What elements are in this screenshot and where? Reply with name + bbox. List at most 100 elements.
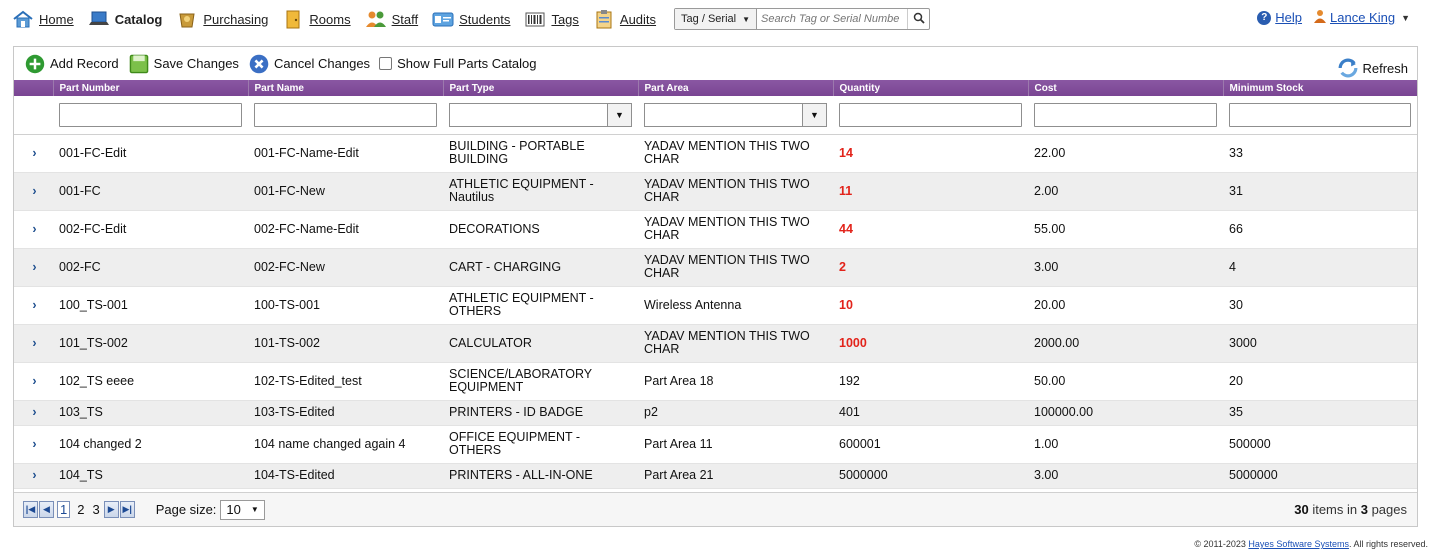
cell-part-name: 101-TS-002 [248, 324, 443, 363]
filter-part-number[interactable] [59, 102, 242, 127]
table-row[interactable]: › 001-FC-Edit 001-FC-Name-Edit BUILDING … [14, 134, 1417, 173]
expand-row-icon[interactable]: › [14, 400, 53, 426]
expand-row-icon[interactable]: › [14, 172, 53, 211]
first-page-button[interactable]: |◀ [23, 501, 38, 518]
save-changes-button[interactable]: Save Changes [128, 54, 239, 74]
cell-part-name: 104 name changed again 4 [248, 425, 443, 464]
page-1-button[interactable]: 1 [57, 501, 71, 518]
student-id-icon [432, 9, 454, 29]
table-row[interactable]: › 001-FC 001-FC-New ATHLETIC EQUIPMENT -… [14, 172, 1417, 211]
table-row[interactable]: › 101_TS-002 101-TS-002 CALCULATOR YADAV… [14, 324, 1417, 363]
nav-home[interactable]: Home [12, 9, 74, 29]
nav-audits[interactable]: Audits [593, 9, 656, 29]
nav-students[interactable]: Students [432, 9, 510, 29]
page-3-button[interactable]: 3 [92, 502, 99, 517]
nav-tags[interactable]: Tags [524, 9, 579, 29]
cell-part-type: PRINTERS - ID BADGE [443, 400, 638, 426]
cell-part-name: 002-FC-New [248, 248, 443, 287]
cell-part-area: Wireless Antenna [638, 286, 833, 325]
expand-row-icon[interactable]: › [14, 463, 53, 489]
cell-part-number: 101_TS-002 [53, 324, 248, 363]
filter-cost[interactable] [1034, 102, 1217, 127]
cell-minimum-stock: 4 [1223, 248, 1417, 287]
nav-purchasing-label: Purchasing [203, 11, 269, 27]
cell-part-name: 002-FC-Name-Edit [248, 210, 443, 249]
cell-part-type: BUILDING - PORTABLE BUILDING [443, 134, 638, 173]
expand-row-icon[interactable]: › [14, 210, 53, 249]
nav-staff-label: Staff [391, 11, 419, 27]
column-header-minimum-stock[interactable]: Minimum Stock [1222, 80, 1417, 96]
user-menu[interactable]: Lance King [1330, 10, 1395, 25]
search-type-select[interactable]: Tag / Serial ▼ [675, 9, 757, 29]
expand-row-icon[interactable]: › [14, 324, 53, 363]
filter-part-area[interactable]: ▼ [644, 102, 827, 127]
cell-cost: 20.00 [1028, 286, 1223, 325]
cell-part-name: 103-TS-Edited [248, 400, 443, 426]
expand-row-icon[interactable]: › [14, 134, 53, 173]
prev-page-button[interactable]: ◀ [39, 501, 54, 518]
nav-catalog[interactable]: Catalog [88, 9, 162, 29]
filter-part-type[interactable]: ▼ [449, 102, 632, 127]
filter-minimum-stock[interactable] [1229, 102, 1411, 127]
nav-rooms[interactable]: Rooms [282, 9, 351, 29]
chevron-down-icon[interactable]: ▼ [1401, 13, 1410, 23]
cell-part-area: Part Area 18 [638, 362, 833, 401]
expand-row-icon[interactable]: › [14, 248, 53, 287]
column-header-part-name[interactable]: Part Name [247, 80, 443, 96]
page-2-button[interactable]: 2 [77, 502, 84, 517]
last-page-button[interactable]: ▶| [119, 501, 135, 518]
column-header-cost[interactable]: Cost [1027, 80, 1223, 96]
help-link[interactable]: Help [1275, 10, 1302, 25]
column-header-part-number[interactable]: Part Number [52, 80, 248, 96]
footer-suffix: . All rights reserved. [1348, 539, 1428, 549]
nav-staff[interactable]: Staff [365, 9, 419, 29]
next-page-button[interactable]: ▶ [103, 501, 119, 518]
table-row[interactable]: › 002-FC 002-FC-New CART - CHARGING YADA… [14, 248, 1417, 287]
cell-part-name: 001-FC-New [248, 172, 443, 211]
cell-part-type: ATHLETIC EQUIPMENT - OTHERS [443, 286, 638, 325]
nav-students-label: Students [459, 11, 511, 27]
cell-cost: 3.00 [1028, 463, 1223, 489]
search-button[interactable] [907, 9, 929, 29]
show-full-catalog-label: Show Full Parts Catalog [397, 56, 537, 71]
company-link[interactable]: Hayes Software Systems [1248, 539, 1349, 549]
header-row: Part Number Part Name Part Type Part Are… [14, 80, 1417, 96]
search-type-value: Tag / Serial [681, 13, 737, 25]
column-header-quantity[interactable]: Quantity [832, 80, 1028, 96]
nav-audits-label: Audits [619, 11, 657, 27]
expand-row-icon[interactable]: › [14, 425, 53, 464]
add-record-button[interactable]: Add Record [24, 54, 119, 74]
pager-info: 30 items in 3 pages [1294, 502, 1407, 517]
column-header-part-type[interactable]: Part Type [442, 80, 638, 96]
expand-row-icon[interactable]: › [14, 362, 53, 401]
cell-quantity: 5000000 [833, 463, 1028, 489]
page-size-select[interactable]: 10 ▼ [220, 499, 265, 520]
column-header-part-area[interactable]: Part Area [637, 80, 833, 96]
cell-part-name: 100-TS-001 [248, 286, 443, 325]
show-full-catalog-checkbox[interactable] [379, 57, 393, 70]
table-row[interactable]: › 002-FC-Edit 002-FC-Name-Edit DECORATIO… [14, 210, 1417, 249]
cell-cost: 50.00 [1028, 362, 1223, 401]
grid-toolbar: Add Record Save Changes Cancel Changes S… [14, 47, 1417, 80]
table-row[interactable]: › 104 changed 2 104 name changed again 4… [14, 425, 1417, 464]
filter-part-name[interactable] [254, 102, 437, 127]
cell-cost: 1.00 [1028, 425, 1223, 464]
filter-quantity[interactable] [839, 102, 1022, 127]
cell-part-number: 104_TS [53, 463, 248, 489]
save-changes-label: Save Changes [153, 56, 239, 71]
refresh-button[interactable]: Refresh [1337, 58, 1408, 78]
cell-part-name: 001-FC-Name-Edit [248, 134, 443, 173]
show-full-catalog-toggle[interactable]: Show Full Parts Catalog [379, 56, 537, 71]
table-row[interactable]: › 103_TS 103-TS-Edited PRINTERS - ID BAD… [14, 400, 1417, 426]
table-row[interactable]: › 102_TS eeee 102-TS-Edited_test SCIENCE… [14, 362, 1417, 401]
nav-purchasing[interactable]: Purchasing [176, 9, 268, 29]
table-row[interactable]: › 104_TS 104-TS-Edited PRINTERS - ALL-IN… [14, 463, 1417, 489]
cancel-changes-button[interactable]: Cancel Changes [248, 54, 370, 74]
user-icon [1314, 9, 1327, 26]
cell-part-number: 002-FC [53, 248, 248, 287]
expand-row-icon[interactable]: › [14, 286, 53, 325]
table-row[interactable]: › 100_TS-001 100-TS-001 ATHLETIC EQUIPME… [14, 286, 1417, 325]
cell-part-number: 002-FC-Edit [53, 210, 248, 249]
filter-spacer [14, 96, 53, 135]
search-input[interactable] [757, 9, 907, 29]
